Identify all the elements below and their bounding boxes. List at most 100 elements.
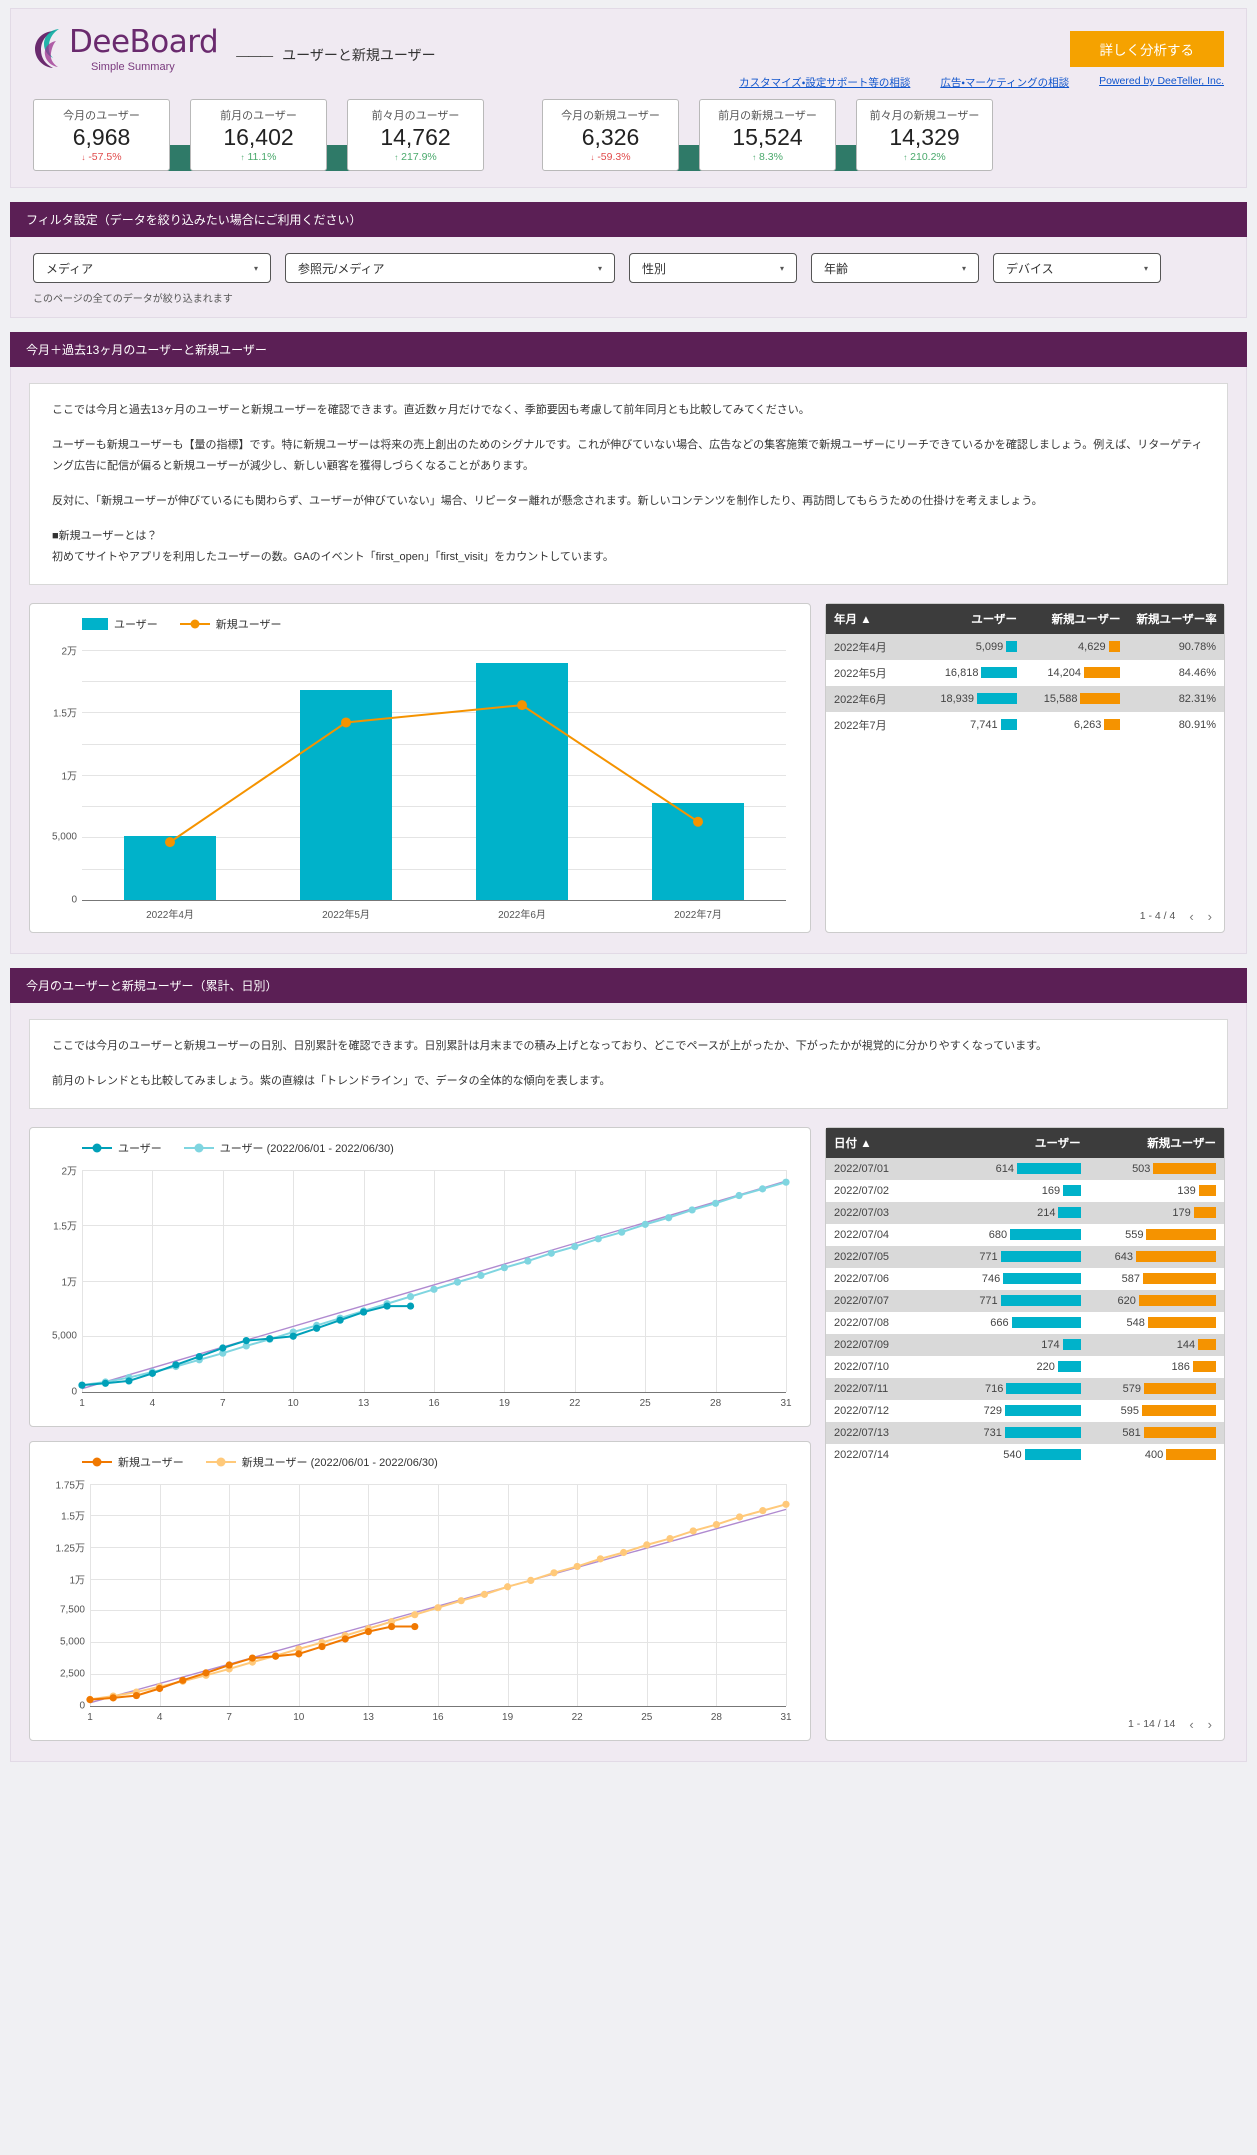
legend-item-users-previous: ユーザー (2022/06/01 - 2022/06/30) xyxy=(184,1140,394,1156)
table-row[interactable]: 2022年4月5,0994,62990.78% xyxy=(826,634,1224,660)
kpi-delta: ↑ 11.1% xyxy=(195,151,322,163)
link-powered-by[interactable]: Powered by DeeTeller, Inc. xyxy=(1099,75,1224,90)
cell-date: 2022/07/02 xyxy=(826,1180,953,1202)
filter-label: 年齢 xyxy=(824,260,848,277)
kpi-delta-value: -57.5% xyxy=(88,151,121,163)
cell-new-users: 179 xyxy=(1089,1202,1224,1224)
filter-select-media[interactable]: メディア ▾ xyxy=(33,253,271,283)
y-axis-tick-label: 0 xyxy=(79,1700,85,1711)
analyze-more-button[interactable]: 詳しく分析する xyxy=(1070,31,1225,67)
cell-users: 7,741 xyxy=(933,712,1025,738)
col-header-new-users[interactable]: 新規ユーザー xyxy=(1089,1128,1224,1158)
cell-new-users: 6,263 xyxy=(1025,712,1128,738)
filter-label: 性別 xyxy=(642,260,666,277)
y-axis-tick-label: 2,500 xyxy=(60,1668,85,1679)
chevron-down-icon: ▾ xyxy=(1144,264,1148,273)
pager-prev-icon[interactable]: ‹ xyxy=(1189,909,1193,924)
filter-panel: メディア ▾ 参照元/メディア ▾ 性別 ▾ 年齢 ▾ デバイス ▾ このページ… xyxy=(10,237,1247,318)
pager-next-icon[interactable]: › xyxy=(1208,909,1212,924)
y-axis-tick-label: 1万 xyxy=(61,767,77,782)
x-axis-tick-label: 2022年6月 xyxy=(498,906,546,921)
cell-users: 666 xyxy=(953,1312,1088,1334)
y-axis-tick-label: 0 xyxy=(71,894,77,905)
chart-plot-area: 05,0001万1.5万2万2022年4月2022年5月2022年6月2022年… xyxy=(82,650,786,900)
section2-header: 今月のユーザーと新規ユーザー（累計、日別） xyxy=(10,968,1247,1003)
cell-new-users: 548 xyxy=(1089,1312,1224,1334)
filter-select-age[interactable]: 年齢 ▾ xyxy=(811,253,979,283)
filter-select-source-medium[interactable]: 参照元/メディア ▾ xyxy=(285,253,615,283)
y-axis-tick-label: 0 xyxy=(71,1386,77,1397)
cell-period: 2022年6月 xyxy=(826,686,933,712)
col-header-new-user-rate[interactable]: 新規ユーザー率 xyxy=(1128,604,1224,634)
page-header: DeeBoard Simple Summary ——— ユーザーと新規ユーザー … xyxy=(10,8,1247,188)
table-row[interactable]: 2022/07/02169139 xyxy=(826,1180,1224,1202)
table-row[interactable]: 2022年7月7,7416,26380.91% xyxy=(826,712,1224,738)
kpi-card-users-last-month[interactable]: 前月のユーザー 16,402 ↑ 11.1% xyxy=(190,99,327,171)
kpi-card-new-users-this-month[interactable]: 今月の新規ユーザー 6,326 ↓ -59.3% xyxy=(542,99,679,171)
table-row[interactable]: 2022/07/11716579 xyxy=(826,1378,1224,1400)
gridline xyxy=(786,1484,787,1706)
table-pager: 1 - 14 / 14 ‹ › xyxy=(826,1709,1224,1740)
filter-label: 参照元/メディア xyxy=(298,260,385,277)
table-row[interactable]: 2022年6月18,93915,58882.31% xyxy=(826,686,1224,712)
cell-users: 174 xyxy=(953,1334,1088,1356)
table-header-row: 日付 ▲ ユーザー 新規ユーザー xyxy=(826,1128,1224,1158)
y-axis-tick-label: 1.5万 xyxy=(53,705,77,720)
table-header-row: 年月 ▲ ユーザー 新規ユーザー 新規ユーザー率 xyxy=(826,604,1224,634)
table-row[interactable]: 2022/07/03214179 xyxy=(826,1202,1224,1224)
table-row[interactable]: 2022/07/04680559 xyxy=(826,1224,1224,1246)
col-header-period[interactable]: 年月 ▲ xyxy=(826,604,933,634)
col-header-new-users[interactable]: 新規ユーザー xyxy=(1025,604,1128,634)
table-row[interactable]: 2022/07/10220186 xyxy=(826,1356,1224,1378)
cell-users: 214 xyxy=(953,1202,1088,1224)
table-row[interactable]: 2022/07/14540400 xyxy=(826,1444,1224,1466)
x-axis-tick-label: 28 xyxy=(711,1712,722,1723)
kpi-card-users-this-month[interactable]: 今月のユーザー 6,968 ↓ -57.5% xyxy=(33,99,170,171)
filter-select-gender[interactable]: 性別 ▾ xyxy=(629,253,797,283)
pager-next-icon[interactable]: › xyxy=(1208,1717,1212,1732)
kpi-card-users-two-months-ago[interactable]: 前々月のユーザー 14,762 ↑ 217.9% xyxy=(347,99,484,171)
desc-paragraph: ユーザーも新規ユーザーも【量の指標】です。特に新規ユーザーは将来の売上創出のため… xyxy=(52,435,1205,477)
link-ad-marketing[interactable]: 広告・マーケティングの相談 xyxy=(940,75,1069,90)
kpi-card-new-users-last-month[interactable]: 前月の新規ユーザー 15,524 ↑ 8.3% xyxy=(699,99,836,171)
desc-paragraph: 前月のトレンドとも比較してみましょう。紫の直線は「トレンドライン」で、データの全… xyxy=(52,1071,1205,1092)
sort-asc-icon: ▲ xyxy=(860,1138,871,1150)
table-row[interactable]: 2022/07/13731581 xyxy=(826,1422,1224,1444)
table-row[interactable]: 2022/07/05771643 xyxy=(826,1246,1224,1268)
kpi-value: 6,326 xyxy=(547,124,674,150)
col-header-date[interactable]: 日付 ▲ xyxy=(826,1128,953,1158)
chart-legend: ユーザー ユーザー (2022/06/01 - 2022/06/30) xyxy=(30,1128,810,1156)
cumulative-new-users-chart: 新規ユーザー 新規ユーザー (2022/06/01 - 2022/06/30) … xyxy=(29,1441,811,1741)
y-axis-tick-label: 1万 xyxy=(69,1571,85,1586)
table-row[interactable]: 2022年5月16,81814,20484.46% xyxy=(826,660,1224,686)
table-row[interactable]: 2022/07/12729595 xyxy=(826,1400,1224,1422)
x-axis-tick-label: 13 xyxy=(358,1398,369,1409)
daily-data-table: 日付 ▲ ユーザー 新規ユーザー 2022/07/016145032022/07… xyxy=(825,1127,1225,1741)
line-series-overlay xyxy=(82,1170,786,1392)
kpi-delta: ↑ 210.2% xyxy=(861,151,988,163)
kpi-card-new-users-two-months-ago[interactable]: 前々月の新規ユーザー 14,329 ↑ 210.2% xyxy=(856,99,993,171)
y-axis-tick-label: 1万 xyxy=(61,1273,77,1288)
y-axis-tick-label: 5,000 xyxy=(52,832,77,843)
section1-panel: ここでは今月と過去13ヶ月のユーザーと新規ユーザーを確認できます。直近数ヶ月だけ… xyxy=(10,367,1247,953)
legend-label: ユーザー xyxy=(114,616,158,632)
chevron-down-icon: ▾ xyxy=(598,264,602,273)
legend-swatch-line-icon xyxy=(184,1147,214,1149)
col-header-users[interactable]: ユーザー xyxy=(953,1128,1088,1158)
cell-users: 746 xyxy=(953,1268,1088,1290)
table-row[interactable]: 2022/07/09174144 xyxy=(826,1334,1224,1356)
table-row[interactable]: 2022/07/08666548 xyxy=(826,1312,1224,1334)
cell-date: 2022/07/13 xyxy=(826,1422,953,1444)
filter-select-device[interactable]: デバイス ▾ xyxy=(993,253,1161,283)
cell-new-users: 620 xyxy=(1089,1290,1224,1312)
x-axis-tick-label: 2022年5月 xyxy=(322,906,370,921)
table-row[interactable]: 2022/07/07771620 xyxy=(826,1290,1224,1312)
kpi-delta: ↓ -59.3% xyxy=(547,151,674,163)
table-row[interactable]: 2022/07/06746587 xyxy=(826,1268,1224,1290)
section1-header: 今月＋過去13ヶ月のユーザーと新規ユーザー xyxy=(10,332,1247,367)
section2-panel: ここでは今月のユーザーと新規ユーザーの日別、日別累計を確認できます。日別累計は月… xyxy=(10,1003,1247,1762)
pager-prev-icon[interactable]: ‹ xyxy=(1189,1717,1193,1732)
table-row[interactable]: 2022/07/01614503 xyxy=(826,1158,1224,1180)
col-header-users[interactable]: ユーザー xyxy=(933,604,1025,634)
link-customize-support[interactable]: カスタマイズ・設定サポート等の相談 xyxy=(739,75,910,90)
